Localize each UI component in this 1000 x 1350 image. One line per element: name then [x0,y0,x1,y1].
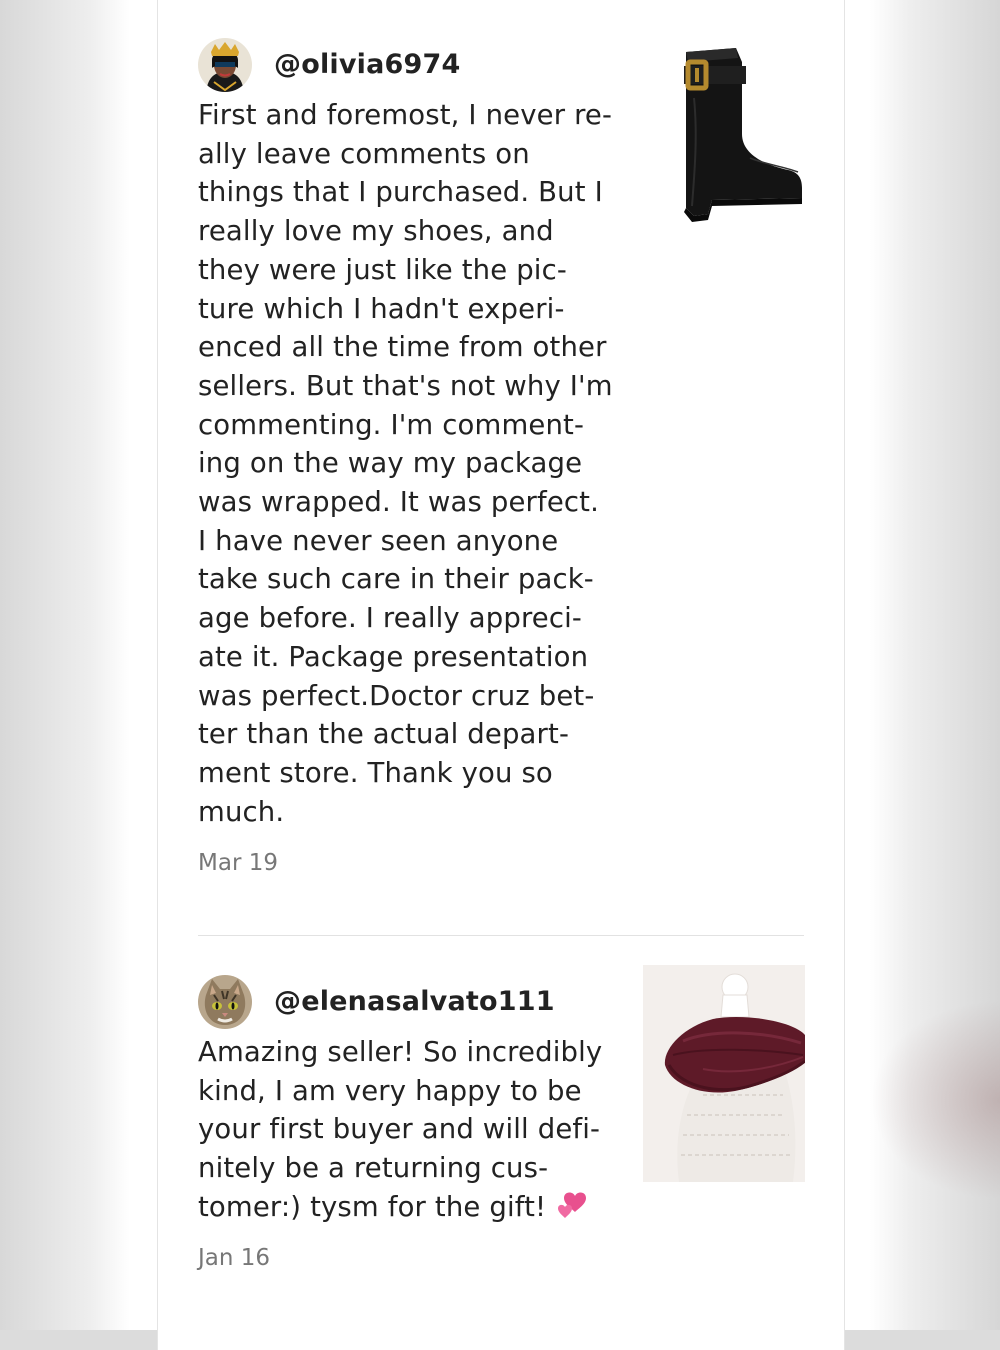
avatar-cat-icon [198,975,252,1029]
review-text: First and foremost, I never re- ally lea… [198,99,613,828]
review-date: Jan 16 [198,1245,271,1271]
two-hearts-icon [558,1192,587,1218]
review-text: Amazing seller! So incredibly kind, I am… [198,1033,618,1227]
user-avatar-olivia[interactable] [198,38,252,92]
user-avatar-elena[interactable] [198,975,252,1029]
review-date: Mar 19 [198,850,278,876]
backdrop-tint [870,1000,1000,1200]
avatar-portrait-icon [198,38,252,92]
product-thumbnail-scarf[interactable] [643,965,805,1182]
product-thumbnail-boot[interactable] [664,38,804,228]
two-hearts-emoji [555,1190,589,1222]
scarf-on-mannequin-image [643,965,805,1182]
reviews-card: @olivia6974 First and foremost, I never … [157,0,845,1350]
ankle-boot-image [664,38,804,228]
review-username[interactable]: @olivia6974 [274,38,460,92]
review-divider [198,935,804,936]
review-text-content: Amazing seller! So incredibly kind, I am… [198,1036,603,1223]
review-username[interactable]: @elenasalvato111 [274,975,555,1029]
